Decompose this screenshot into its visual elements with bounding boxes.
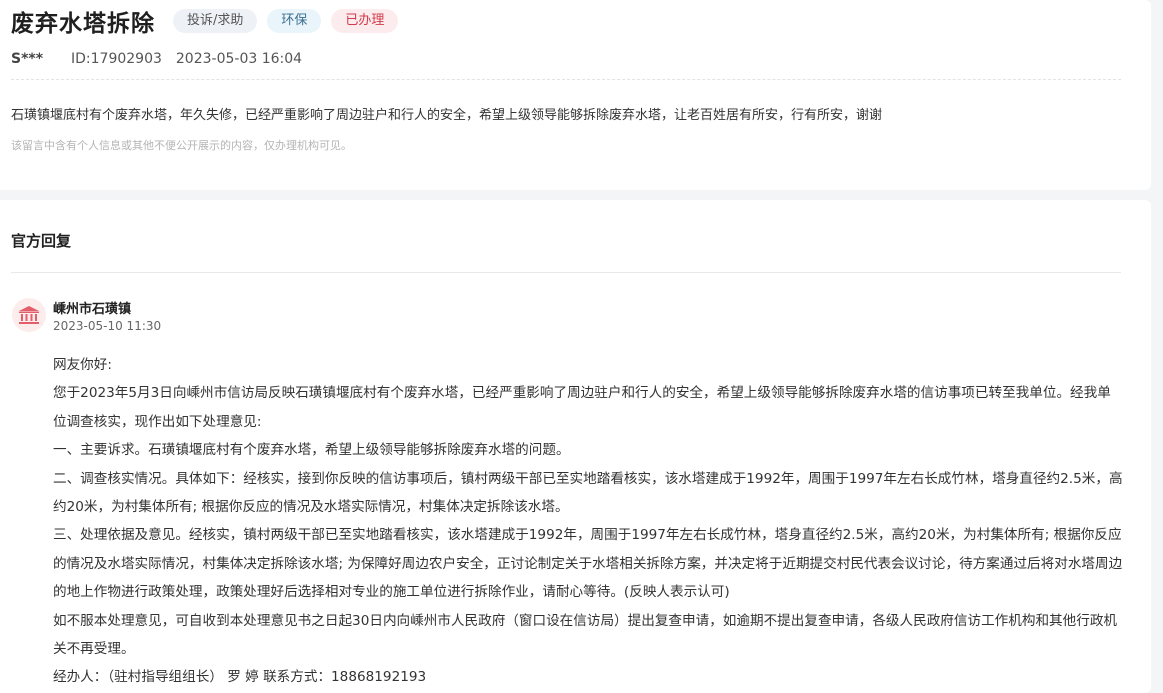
reply-paragraph: 如不服本处理意见，可自收到本处理意见书之日起30日内向嵊州市人民政府（窗口设在信… <box>53 612 1118 658</box>
dashed-divider <box>11 79 1121 80</box>
privacy-notice: 该留言中含有个人信息或其他不便公开展示的内容，仅办理机构可见。 <box>11 139 352 152</box>
reply-paragraph: 三、处理依据及意见。经核实，镇村两级干部已至实地踏看核实，该水塔建成于1992年… <box>53 527 1123 601</box>
post-content: 石璜镇堰底村有个废弃水塔，年久失修，已经严重影响了周边驻户和行人的安全，希望上级… <box>11 108 883 123</box>
post-id: ID:17902903 <box>71 51 162 67</box>
post-card: 废弃水塔拆除 投诉/求助 环保 已办理 S*** ID:17902903 202… <box>0 0 1151 190</box>
reply-paragraph: 网友你好: <box>53 357 112 373</box>
reply-paragraph: 一、主要诉求。石璜镇堰底村有个废弃水塔，希望上级领导能够拆除废弃水塔的问题。 <box>53 442 570 459</box>
reply-card: 官方回复 嵊州市石璜镇 2023-05-10 11:30 网友你好: 您于202… <box>0 200 1151 693</box>
post-meta: S*** ID:17902903 2023-05-03 16:04 <box>11 51 302 67</box>
tag-topic[interactable]: 环保 <box>267 9 322 33</box>
reply-heading: 官方回复 <box>11 232 72 250</box>
reply-body: 网友你好: 您于2023年5月3日向嵊州市信访局反映石璜镇堰底村有个废弃水塔，已… <box>53 351 1123 692</box>
post-datetime: 2023-05-03 16:04 <box>175 51 303 67</box>
reply-time: 2023-05-10 11:30 <box>53 319 162 333</box>
org-avatar <box>12 298 46 332</box>
government-building-icon <box>19 306 39 324</box>
title-row: 废弃水塔拆除 投诉/求助 环保 已办理 <box>11 4 399 38</box>
reply-divider <box>11 272 1121 273</box>
tag-category[interactable]: 投诉/求助 <box>173 9 258 33</box>
reply-handler: 经办人：（驻村指导组组长） 罗 婷 联系方式：18868192193 <box>53 669 427 686</box>
tag-status: 已办理 <box>331 9 399 33</box>
reply-paragraph: 二、调查核实情况。具体如下：经核实，接到你反映的信访事项后，镇村两级干部已至实地… <box>53 470 1123 516</box>
post-title: 废弃水塔拆除 <box>11 11 155 37</box>
org-name: 嵊州市石璜镇 <box>53 302 132 317</box>
reply-paragraph: 您于2023年5月3日向嵊州市信访局反映石璜镇堰底村有个废弃水塔，已经严重影响了… <box>53 385 1111 430</box>
post-author: S*** <box>11 51 44 67</box>
